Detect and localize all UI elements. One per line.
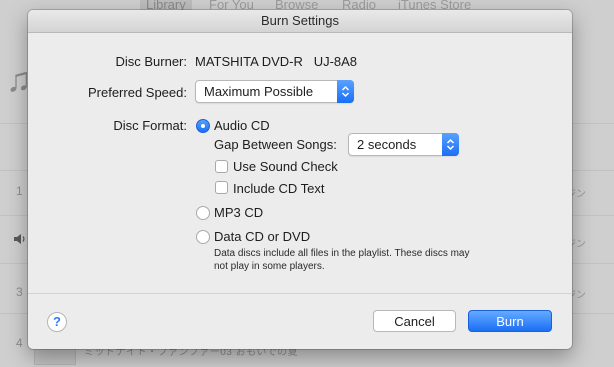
preferred-speed-value: Maximum Possible	[204, 84, 314, 99]
track-number: 4	[16, 336, 23, 350]
gap-between-songs-value: 2 seconds	[357, 137, 417, 152]
include-cd-text-label[interactable]: Include CD Text	[233, 181, 325, 196]
footer-separator	[28, 293, 572, 294]
audio-cd-radio[interactable]	[196, 119, 210, 133]
mp3-cd-radio[interactable]	[196, 206, 210, 220]
gap-between-songs-popup[interactable]: 2 seconds	[348, 133, 459, 156]
disc-burner-label: Disc Burner:	[115, 54, 187, 69]
preferred-speed-label: Preferred Speed:	[87, 85, 187, 100]
track-number: 3	[16, 285, 23, 299]
data-cd-dvd-label[interactable]: Data CD or DVD	[214, 229, 310, 244]
gap-between-songs-label: Gap Between Songs:	[214, 137, 337, 152]
data-cd-dvd-radio[interactable]	[196, 230, 210, 244]
audio-cd-label[interactable]: Audio CD	[214, 118, 270, 133]
chevron-up-down-icon	[337, 80, 354, 103]
use-sound-check-checkbox[interactable]	[215, 160, 228, 173]
burn-button[interactable]: Burn	[468, 310, 552, 332]
data-disc-note: Data discs include all files in the play…	[214, 248, 470, 272]
speaker-icon	[14, 234, 25, 244]
include-cd-text-checkbox[interactable]	[215, 181, 228, 194]
preferred-speed-popup[interactable]: Maximum Possible	[195, 80, 354, 103]
disc-format-label: Disc Format:	[113, 118, 187, 133]
chevron-up-down-icon	[442, 133, 459, 156]
use-sound-check-label[interactable]: Use Sound Check	[233, 159, 338, 174]
cancel-button[interactable]: Cancel	[373, 310, 456, 332]
track-number: 1	[16, 184, 23, 198]
mp3-cd-label[interactable]: MP3 CD	[214, 205, 263, 220]
dialog-titlebar: Burn Settings	[28, 10, 572, 33]
dialog-title: Burn Settings	[260, 13, 340, 28]
burn-settings-dialog: Burn Settings Disc Burner: MATSHITA DVD-…	[28, 10, 572, 349]
disc-burner-value: MATSHITA DVD-R UJ-8A8	[195, 54, 358, 69]
help-button[interactable]: ?	[47, 312, 67, 332]
